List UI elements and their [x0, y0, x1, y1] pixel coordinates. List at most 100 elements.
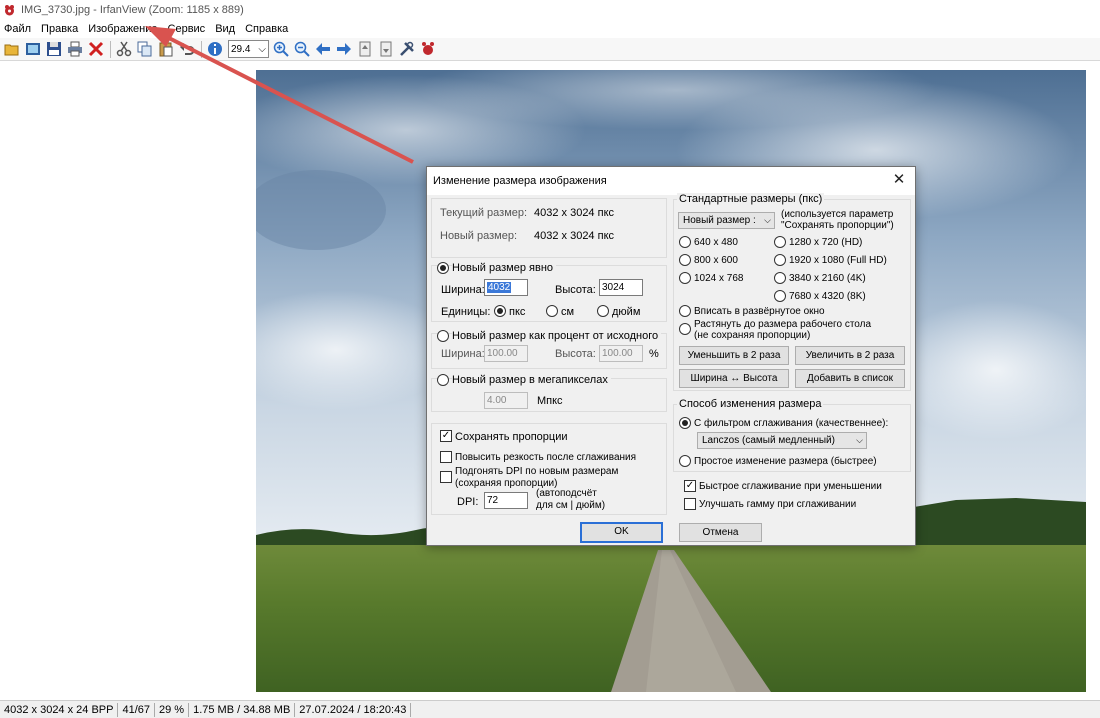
filter-combo[interactable]: Lanczos (самый медленный) ⌵ [697, 432, 867, 449]
irfanview-app-icon [5, 4, 14, 15]
dpi-fit-label: Подгонять DPI по новым размерам [455, 466, 619, 477]
toolbar: 29.4 ⌵ [0, 38, 1100, 61]
percent-width-input[interactable]: 100.00 [484, 345, 528, 362]
gamma-label: Улучшать гамму при сглаживании [699, 499, 857, 510]
resize-method-title: Способ изменения размера [677, 398, 824, 410]
size-3840-radio[interactable] [774, 272, 786, 284]
standard-size-combo[interactable]: Новый размер : ⌵ [678, 212, 775, 229]
double-size-button[interactable]: Увеличить в 2 раза [795, 346, 905, 365]
new-size-value: 4032 x 3024 пкс [534, 230, 615, 242]
first-page-icon[interactable] [355, 40, 374, 59]
status-dimensions: 4032 x 3024 x 24 BPP [0, 702, 119, 717]
gamma-checkbox[interactable] [684, 498, 696, 510]
menu-view[interactable]: Вид [215, 23, 235, 35]
explicit-size-radio[interactable] [437, 262, 449, 274]
percent-size-radio[interactable] [437, 330, 449, 342]
standard-sizes-title: Стандартные размеры (пкс) [677, 193, 825, 205]
simple-resize-radio[interactable] [679, 455, 691, 467]
megapixel-input[interactable]: 4.00 [484, 392, 528, 409]
size-1024-radio[interactable] [679, 272, 691, 284]
title-bar: IMG_3730.jpg - IrfanView (Zoom: 1185 x 8… [0, 0, 1100, 20]
unit-inch-label: дюйм [612, 306, 641, 318]
units-label: Единицы: [441, 306, 491, 318]
explicit-size-label: Новый размер явно [452, 262, 557, 274]
standard-note-2: "Сохранять пропорции") [781, 220, 894, 231]
resample-filter-label: С фильтром сглаживания (качественнее): [694, 418, 889, 429]
unit-inch-radio[interactable] [597, 305, 609, 317]
cut-icon[interactable] [114, 40, 133, 59]
megapixel-size-radio[interactable] [437, 374, 449, 386]
percent-height-input[interactable]: 100.00 [599, 345, 643, 362]
size-1920-radio[interactable] [774, 254, 786, 266]
resample-filter-radio[interactable] [679, 417, 691, 429]
menu-bar: Файл Правка Изображение Сервис Вид Справ… [0, 20, 1100, 38]
slideshow-icon[interactable] [23, 40, 42, 59]
status-file-index: 41/67 [118, 702, 155, 717]
filter-combo-value: Lanczos (самый медленный) [702, 435, 835, 446]
size-640-radio[interactable] [679, 236, 691, 248]
sharpen-label: Повысить резкость после сглаживания [455, 452, 637, 463]
menu-edit[interactable]: Правка [41, 23, 78, 35]
copy-icon[interactable] [135, 40, 154, 59]
zoom-value: 29.4 [231, 43, 251, 55]
print-icon[interactable] [65, 40, 84, 59]
settings-icon[interactable] [397, 40, 416, 59]
size-7680-radio[interactable] [774, 290, 786, 302]
standard-note: (используется параметр [781, 209, 894, 220]
undo-icon[interactable] [177, 40, 196, 59]
dpi-label: DPI: [457, 496, 479, 508]
menu-help[interactable]: Справка [245, 23, 288, 35]
height-label: Высота: [555, 284, 596, 296]
size-1280-radio[interactable] [774, 236, 786, 248]
delete-icon[interactable] [86, 40, 105, 59]
size-3840-label: 3840 x 2160 (4K) [789, 273, 866, 284]
unit-px-radio[interactable] [494, 305, 506, 317]
previous-icon[interactable] [313, 40, 332, 59]
add-to-list-button[interactable]: Добавить в список [795, 369, 905, 388]
keep-ratio-checkbox[interactable]: ✓ [440, 430, 452, 442]
exit-icon[interactable] [418, 40, 437, 59]
open-icon[interactable] [2, 40, 21, 59]
stretch-desktop-radio[interactable] [679, 323, 691, 335]
status-zoom: 29 % [155, 702, 190, 717]
unit-cm-label: см [561, 306, 575, 318]
status-datetime: 27.07.2024 / 18:20:43 [295, 702, 412, 717]
simple-resize-label: Простое изменение размера (быстрее) [694, 456, 877, 467]
dpi-fit-checkbox[interactable] [440, 471, 452, 483]
next-icon[interactable] [334, 40, 353, 59]
unit-cm-radio[interactable] [546, 305, 558, 317]
status-file-size: 1.75 MB / 34.88 MB [189, 702, 296, 717]
ok-button[interactable]: OK [580, 522, 663, 543]
menu-options[interactable]: Сервис [168, 23, 206, 35]
resize-dialog: Изменение размера изображения ✕ Текущий … [426, 166, 916, 546]
paste-icon[interactable] [156, 40, 175, 59]
percent-sign: % [649, 348, 659, 360]
zoom-out-icon[interactable] [292, 40, 311, 59]
last-page-icon[interactable] [376, 40, 395, 59]
half-size-button[interactable]: Уменьшить в 2 раза [679, 346, 789, 365]
menu-file[interactable]: Файл [4, 23, 31, 35]
percent-size-label: Новый размер как процент от исходного [452, 330, 662, 342]
save-icon[interactable] [44, 40, 63, 59]
current-size-label: Текущий размер: [440, 207, 528, 219]
toolbar-separator [201, 40, 202, 58]
cancel-button[interactable]: Отмена [679, 523, 762, 542]
menu-image[interactable]: Изображение [88, 23, 157, 35]
fit-window-radio[interactable] [679, 305, 691, 317]
zoom-select[interactable]: 29.4 ⌵ [228, 40, 269, 58]
info-icon[interactable] [205, 40, 224, 59]
width-input[interactable]: 4032 [484, 279, 528, 296]
zoom-in-icon[interactable] [271, 40, 290, 59]
size-800-radio[interactable] [679, 254, 691, 266]
dpi-input[interactable]: 72 [484, 492, 528, 509]
percent-height-label: Высота: [555, 348, 596, 360]
current-size-value: 4032 x 3024 пкс [534, 207, 615, 219]
height-input[interactable]: 3024 [599, 279, 643, 296]
toolbar-separator [110, 40, 111, 58]
sharpen-checkbox[interactable] [440, 451, 452, 463]
close-icon[interactable]: ✕ [891, 172, 907, 188]
dpi-note: (автоподсчёт [536, 488, 597, 499]
fast-smooth-checkbox[interactable]: ✓ [684, 480, 696, 492]
swap-dimensions-button[interactable]: Ширина ↔ Высота [679, 369, 789, 388]
fit-window-label: Вписать в развёрнутое окно [694, 306, 825, 317]
